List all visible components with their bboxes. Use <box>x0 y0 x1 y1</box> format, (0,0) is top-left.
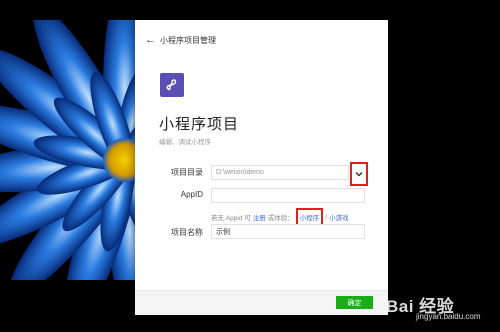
back-title[interactable]: 小程序项目管理 <box>160 35 216 46</box>
appid-input[interactable] <box>211 188 365 203</box>
page-title: 小程序项目 <box>159 116 240 133</box>
directory-dropdown-button[interactable] <box>350 162 368 186</box>
hint-separator: / <box>325 213 328 221</box>
minigame-link[interactable]: 小游戏 <box>329 212 349 222</box>
appid-label: AppID <box>180 190 203 199</box>
confirm-button[interactable]: 确定 <box>336 296 373 309</box>
directory-input[interactable]: D:\weixin\demo <box>211 165 349 180</box>
watermark: Bai 经验 jingyan.baidu.com <box>386 292 494 326</box>
hint-or-try: 或体验： <box>267 215 294 222</box>
hint-prefix: 若无 Appid 可 <box>211 215 251 222</box>
directory-label: 项目目录 <box>171 168 203 177</box>
screenshot-stage: ← 小程序项目管理 小程序项目 编辑、调试小程序 项目目录 D:\weixin\… <box>0 0 500 332</box>
dialog-topbar: ← 小程序项目管理 <box>145 33 216 47</box>
back-arrow-icon[interactable]: ← <box>145 34 156 46</box>
register-link[interactable]: 注册 <box>253 212 266 222</box>
name-value: 示例 <box>216 228 230 236</box>
name-input[interactable]: 示例 <box>211 224 365 239</box>
directory-placeholder: D:\weixin\demo <box>216 169 264 176</box>
page-subtitle: 编辑、调试小程序 <box>159 139 211 146</box>
chevron-down-icon <box>355 172 363 177</box>
watermark-line2: jingyan.baidu.com <box>416 312 481 321</box>
miniprogram-logo-icon <box>160 73 184 97</box>
name-label: 项目名称 <box>171 228 203 237</box>
project-dialog: ← 小程序项目管理 小程序项目 编辑、调试小程序 项目目录 D:\weixin\… <box>135 20 388 315</box>
